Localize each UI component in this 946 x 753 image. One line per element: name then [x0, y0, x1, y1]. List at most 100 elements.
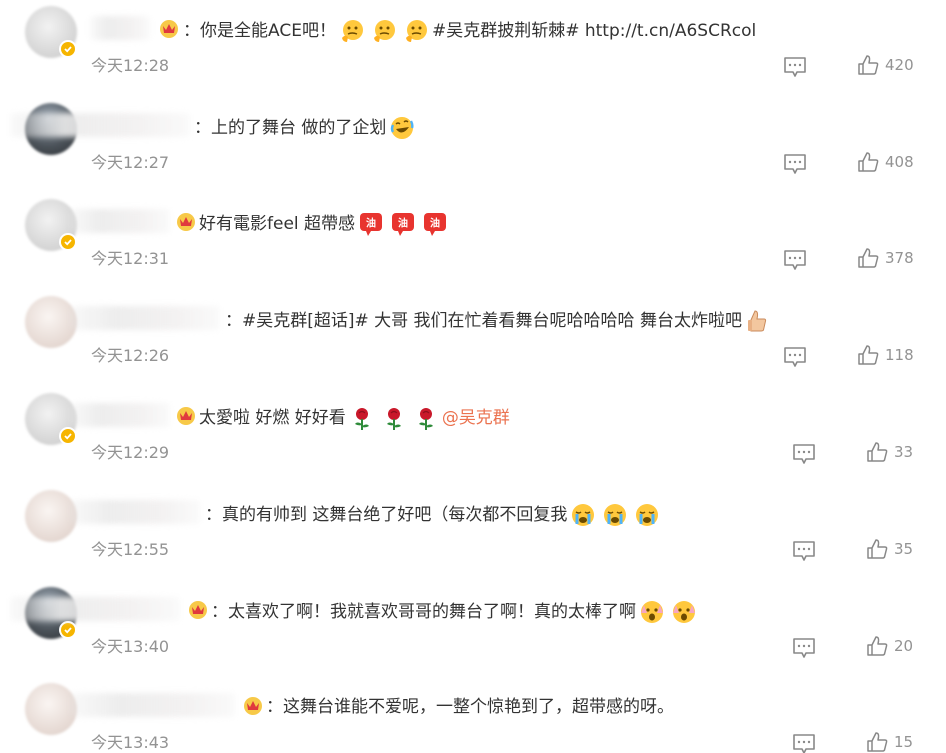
shocked-emoji-icon — [641, 601, 663, 623]
like-count: 35 — [894, 540, 914, 558]
verified-badge-icon — [59, 233, 77, 251]
comment-text-pre: ：太喜欢了啊！我就喜欢哥哥的舞台了啊！真的太棒了啊 — [211, 602, 636, 622]
thinking-emoji-icon — [341, 20, 363, 42]
comment-time: 今天12:29 — [91, 443, 170, 462]
svg-text:油: 油 — [430, 217, 440, 230]
verified-badge-icon — [59, 621, 77, 639]
jiayou-emoji-icon: 油 — [392, 213, 415, 236]
username[interactable] — [70, 306, 220, 330]
comment-reply-icon[interactable] — [783, 56, 807, 78]
comment-time: 今天12:28 — [91, 56, 170, 75]
comment-text: ：这舞台谁能不爱呢，一整个惊艳到了，超带感的呀。 — [266, 695, 674, 719]
rose-emoji-icon — [354, 408, 369, 430]
crying-emoji-icon — [636, 504, 659, 526]
thumbs-up-emoji-icon — [747, 310, 767, 332]
like-count: 20 — [894, 637, 914, 655]
verified-badge-icon — [59, 40, 77, 58]
rose-emoji-icon — [418, 408, 433, 430]
vip-crown-icon — [189, 601, 207, 619]
like-count: 15 — [894, 733, 914, 751]
username[interactable] — [70, 693, 235, 717]
svg-text:油: 油 — [398, 217, 408, 230]
comment-text-pre: ：这舞台谁能不爱呢，一整个惊艳到了，超带感的呀。 — [266, 697, 674, 717]
laugh-cry-emoji-icon — [391, 117, 414, 139]
like-button[interactable]: 15 — [866, 731, 913, 753]
jiayou-emoji-icon: 油 — [360, 213, 383, 236]
comment-item: ：这舞台谁能不爱呢，一整个惊艳到了，超带感的呀。 今天13:43 15 — [0, 681, 946, 753]
comment-text-pre: 好有電影feel 超帶感 — [199, 214, 356, 234]
comment-time: 今天12:31 — [91, 249, 170, 268]
svg-text:油: 油 — [366, 217, 376, 230]
thinking-emoji-icon — [373, 20, 395, 42]
like-button[interactable]: 378 — [857, 247, 914, 269]
comment-reply-icon[interactable] — [783, 249, 807, 271]
comment-time: 今天12:55 — [91, 540, 170, 559]
thumbs-up-icon — [858, 55, 879, 75]
comment-text: ：上的了舞台 做的了企划 — [194, 115, 418, 141]
comment-reply-icon[interactable] — [792, 540, 816, 562]
like-button[interactable]: 118 — [857, 344, 914, 366]
comment-time: 今天13:40 — [91, 637, 170, 656]
username[interactable] — [10, 113, 190, 137]
crying-emoji-icon — [572, 504, 595, 526]
like-button[interactable]: 35 — [866, 538, 913, 560]
comment-reply-icon[interactable] — [792, 733, 816, 753]
comment-item: ：#吴克群[超话]# 大哥 我们在忙着看舞台呢哈哈哈哈 舞台太炸啦吧 今天12:… — [0, 294, 946, 391]
comment-text-pre: 太愛啦 好燃 好好看 — [199, 408, 346, 428]
comment-reply-icon[interactable] — [783, 346, 807, 368]
like-count: 118 — [885, 346, 914, 364]
comment-reply-icon[interactable] — [792, 443, 816, 465]
comment-text: ：真的有帅到 这舞台绝了好吧（每次都不回复我 — [205, 502, 663, 528]
comment-item: ：上的了舞台 做的了企划 今天12:27 408 — [0, 101, 946, 198]
thumbs-up-icon — [867, 442, 888, 462]
thumbs-up-icon — [858, 152, 879, 172]
comment-reply-icon[interactable] — [792, 637, 816, 659]
shocked-emoji-icon — [673, 601, 695, 623]
like-count: 420 — [885, 56, 914, 74]
comment-text: ：你是全能ACE吧！ #吴克群披荆斩棘# http://t.cn/A6SCRco… — [183, 18, 756, 44]
jiayou-emoji-icon: 油 — [424, 213, 447, 236]
comment-text: 好有電影feel 超帶感 油 油 油 — [199, 211, 451, 237]
comment-time: 今天13:43 — [91, 733, 170, 752]
mention-link[interactable]: @吴克群 — [442, 406, 510, 430]
vip-crown-icon — [177, 407, 195, 425]
comment-time: 今天12:26 — [91, 346, 170, 365]
username[interactable] — [70, 403, 170, 427]
username[interactable] — [70, 500, 200, 524]
like-button[interactable]: 33 — [866, 441, 913, 463]
username[interactable] — [90, 16, 150, 40]
comment-item: 好有電影feel 超帶感 油 油 油 今天12:31 378 — [0, 197, 946, 294]
thumbs-up-icon — [858, 345, 879, 365]
comment-time: 今天12:27 — [91, 153, 170, 172]
like-count: 33 — [894, 443, 914, 461]
verified-badge-icon — [59, 427, 77, 445]
comment-text-pre: ：真的有帅到 这舞台绝了好吧（每次都不回复我 — [205, 505, 568, 525]
thinking-emoji-icon — [405, 20, 427, 42]
vip-crown-icon — [160, 20, 178, 38]
comment-item: ：太喜欢了啊！我就喜欢哥哥的舞台了啊！真的太棒了啊 今天13:40 20 — [0, 585, 946, 682]
like-count: 408 — [885, 153, 914, 171]
comment-text: 太愛啦 好燃 好好看 @吴克群 — [199, 405, 510, 431]
comment-item: ：你是全能ACE吧！ #吴克群披荆斩棘# http://t.cn/A6SCRco… — [0, 4, 946, 101]
comment-item: 太愛啦 好燃 好好看 @吴克群 今天12:29 33 — [0, 391, 946, 488]
like-button[interactable]: 20 — [866, 635, 913, 657]
comment-text: ：太喜欢了啊！我就喜欢哥哥的舞台了啊！真的太棒了啊 — [211, 599, 700, 625]
comment-text-pre: ：你是全能ACE吧！ — [183, 21, 336, 41]
comment-reply-icon[interactable] — [783, 153, 807, 175]
username[interactable] — [10, 597, 180, 621]
vip-crown-icon — [177, 213, 195, 231]
like-button[interactable]: 420 — [857, 54, 914, 76]
like-button[interactable]: 408 — [857, 151, 914, 173]
comment-text-pre: ：上的了舞台 做的了企划 — [194, 118, 387, 138]
comment-text-pre: ：#吴克群[超话]# 大哥 我们在忙着看舞台呢哈哈哈哈 舞台太炸啦吧 — [225, 311, 742, 331]
like-count: 378 — [885, 249, 914, 267]
comment-text: ：#吴克群[超话]# 大哥 我们在忙着看舞台呢哈哈哈哈 舞台太炸啦吧 — [225, 308, 774, 334]
thumbs-up-icon — [867, 636, 888, 656]
comment-text-post: #吴克群披荆斩棘# http://t.cn/A6SCRcol — [431, 21, 757, 41]
thumbs-up-icon — [858, 248, 879, 268]
rose-emoji-icon — [386, 408, 401, 430]
thumbs-up-icon — [867, 732, 888, 752]
username[interactable] — [70, 209, 170, 233]
comment-item: ：真的有帅到 这舞台绝了好吧（每次都不回复我 今天12:55 35 — [0, 488, 946, 585]
thumbs-up-icon — [867, 539, 888, 559]
